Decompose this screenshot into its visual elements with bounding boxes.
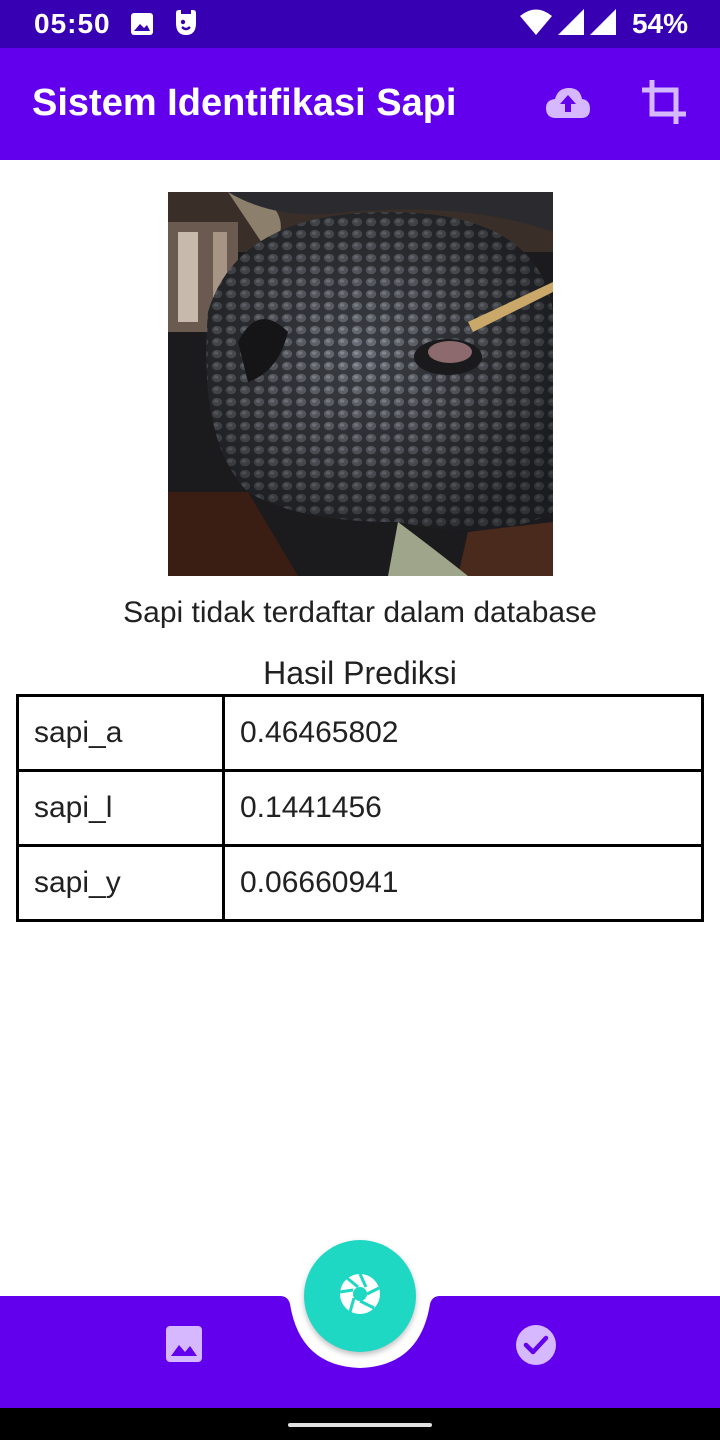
crop-icon	[642, 79, 686, 129]
check-circle-icon	[515, 1325, 557, 1370]
app-bar: Sistem Identifikasi Sapi	[0, 48, 720, 160]
prediction-label: sapi_y	[16, 844, 225, 922]
prediction-value: 0.46465802	[222, 694, 704, 772]
status-indicators: 54%	[519, 8, 688, 40]
prediction-table: sapi_a 0.46465802 sapi_l 0.1441456 sapi_…	[16, 694, 704, 922]
camera-shutter-icon	[338, 1272, 382, 1321]
crop-button[interactable]	[636, 76, 692, 132]
camera-fab-button[interactable]	[304, 1240, 416, 1352]
table-row: sapi_a 0.46465802	[16, 694, 704, 772]
prediction-value: 0.1441456	[222, 769, 704, 847]
cloud-upload-icon	[545, 86, 591, 123]
image-notification-icon	[130, 12, 154, 41]
home-gesture-handle[interactable]	[288, 1423, 432, 1427]
prediction-label: sapi_l	[16, 769, 225, 847]
image-icon	[164, 1326, 204, 1368]
app-notification-icon	[173, 9, 199, 42]
signal-icon	[589, 8, 616, 40]
app-title: Sistem Identifikasi Sapi	[32, 82, 457, 124]
table-row: sapi_y 0.06660941	[16, 844, 704, 922]
signal-icon	[557, 8, 584, 40]
result-message: Sapi tidak terdaftar dalam database	[123, 596, 597, 629]
confirm-button[interactable]	[515, 1324, 556, 1365]
prediction-table-title: Hasil Prediksi	[263, 655, 457, 691]
status-bar: 05:50 54%	[0, 0, 720, 48]
table-row: sapi_l 0.1441456	[16, 769, 704, 847]
wifi-icon	[519, 9, 552, 40]
cow-muzzle-photo	[168, 192, 553, 576]
prediction-label: sapi_a	[16, 694, 225, 772]
prediction-value: 0.06660941	[222, 844, 704, 922]
battery-percentage: 54%	[631, 8, 688, 39]
status-time: 05:50	[34, 8, 111, 39]
gallery-button[interactable]	[164, 1324, 204, 1364]
upload-button[interactable]	[540, 76, 596, 132]
